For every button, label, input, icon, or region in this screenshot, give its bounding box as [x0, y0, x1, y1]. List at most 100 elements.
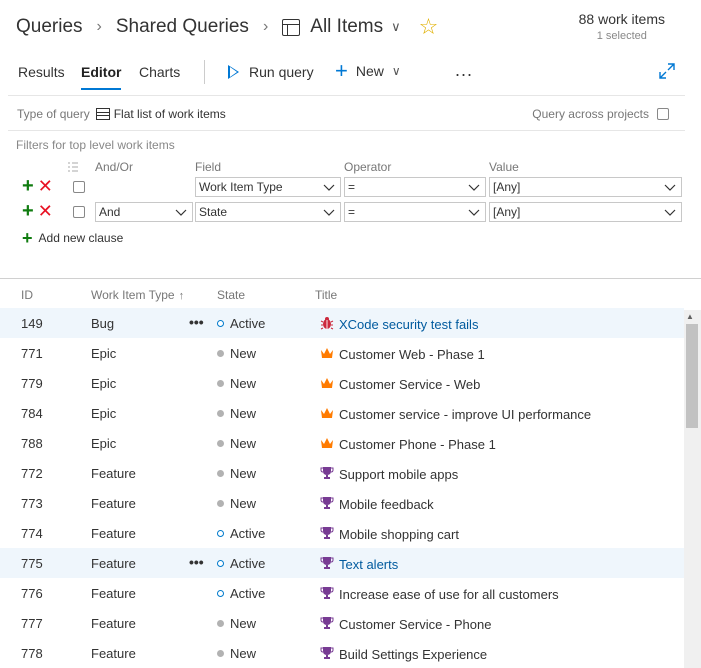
bug-icon [320, 316, 339, 333]
state-dot-icon [217, 530, 224, 537]
work-item-counts: 88 work items 1 selected [579, 11, 665, 42]
state-label: Active [230, 586, 266, 601]
breadcrumb-shared-queries[interactable]: Shared Queries [116, 16, 249, 38]
cell-title[interactable]: Text alerts [320, 556, 398, 573]
expand-icon[interactable] [658, 62, 676, 80]
header-operator: Operator [344, 160, 392, 174]
trophy-icon [320, 646, 339, 663]
results-divider [0, 278, 701, 279]
state-label: Active [230, 556, 266, 571]
query-type-select[interactable]: Flat list of work items [114, 107, 226, 121]
cell-id: 779 [21, 376, 43, 391]
title-link[interactable]: Customer Phone - Phase 1 [339, 437, 496, 452]
add-clause-icon[interactable]: + [22, 176, 34, 196]
run-query-button[interactable]: Run query [228, 64, 314, 80]
delete-clause-icon[interactable]: ✕ [38, 202, 53, 220]
group-clauses-icon[interactable] [67, 161, 79, 173]
table-row[interactable]: 779 Epic New Customer Service - Web [0, 368, 684, 398]
value-select[interactable]: [Any] [489, 202, 682, 222]
cell-title[interactable]: Customer service - improve UI performanc… [320, 406, 591, 423]
title-link[interactable]: Support mobile apps [339, 467, 458, 482]
query-toolbar: Results Editor Charts Run query + New ∨ … [0, 52, 701, 92]
title-link[interactable]: Customer Service - Phone [339, 617, 491, 632]
operator-value: = [348, 180, 356, 194]
tab-results[interactable]: Results [18, 64, 65, 80]
clause-checkbox[interactable] [73, 181, 85, 193]
title-link[interactable]: Increase ease of use for all customers [339, 587, 559, 602]
table-row[interactable]: 788 Epic New Customer Phone - Phase 1 [0, 428, 684, 458]
state-dot-icon [217, 440, 224, 447]
column-header-work-item-type[interactable]: Work Item Type ↑ [91, 288, 184, 302]
chevron-down-icon [664, 209, 676, 216]
cell-title[interactable]: Customer Web - Phase 1 [320, 346, 485, 363]
cell-title[interactable]: Support mobile apps [320, 466, 458, 483]
cell-id: 778 [21, 646, 43, 661]
scroll-up-icon[interactable]: ▲ [686, 312, 694, 321]
tab-charts[interactable]: Charts [139, 64, 180, 80]
table-row[interactable]: 784 Epic New Customer service - improve UI … [0, 398, 684, 428]
query-across-projects-checkbox[interactable] [657, 108, 669, 120]
breadcrumb-queries[interactable]: Queries [16, 16, 83, 38]
crown-icon [320, 376, 339, 393]
table-row[interactable]: 773 Feature New Mobile feedback [0, 488, 684, 518]
table-row[interactable]: 771 Epic New Customer Web - Phase 1 [0, 338, 684, 368]
column-header-state[interactable]: State [217, 288, 245, 302]
cell-state: Active [217, 316, 265, 331]
scrollbar-thumb[interactable] [686, 324, 698, 428]
table-row[interactable]: 776 Feature Active Increase ease of use for… [0, 578, 684, 608]
new-button[interactable]: + New ∨ [335, 60, 401, 82]
operator-select[interactable]: = [344, 202, 486, 222]
cell-title[interactable]: Customer Service - Web [320, 376, 480, 393]
operator-select[interactable]: = [344, 177, 486, 197]
add-clause-icon[interactable]: + [22, 201, 34, 221]
query-type-label: Type of query [17, 107, 90, 121]
add-new-clause-button[interactable]: + Add new clause [22, 229, 123, 247]
title-link[interactable]: Text alerts [339, 557, 398, 572]
row-more-actions-button[interactable]: ••• [189, 314, 204, 330]
state-dot-icon [217, 620, 224, 627]
breadcrumb-current-query[interactable]: All Items [310, 16, 383, 38]
title-link[interactable]: Customer Web - Phase 1 [339, 347, 485, 362]
tab-editor[interactable]: Editor [81, 64, 122, 90]
cell-title[interactable]: Increase ease of use for all customers [320, 586, 559, 603]
value-select[interactable]: [Any] [489, 177, 682, 197]
chevron-down-icon [664, 184, 676, 191]
cell-title[interactable]: Customer Phone - Phase 1 [320, 436, 496, 453]
cell-title[interactable]: Mobile shopping cart [320, 526, 459, 543]
delete-clause-icon[interactable]: ✕ [38, 177, 53, 195]
state-label: Active [230, 526, 266, 541]
title-link[interactable]: Mobile shopping cart [339, 527, 459, 542]
cell-title[interactable]: Mobile feedback [320, 496, 434, 513]
cell-title[interactable]: Customer Service - Phone [320, 616, 491, 633]
table-row[interactable]: 772 Feature New Support mobile apps [0, 458, 684, 488]
title-link[interactable]: Customer Service - Web [339, 377, 480, 392]
and-or-select[interactable]: And [95, 202, 193, 222]
field-select[interactable]: State [195, 202, 341, 222]
field-select[interactable]: Work Item Type [195, 177, 341, 197]
query-across-projects-label: Query across projects [532, 107, 649, 121]
title-link[interactable]: Mobile feedback [339, 497, 434, 512]
chevron-down-icon[interactable]: ∨ [391, 19, 401, 35]
cell-state: New [217, 646, 256, 661]
clause-checkbox[interactable] [73, 206, 85, 218]
state-dot-icon [217, 500, 224, 507]
cell-title[interactable]: Build Settings Experience [320, 646, 487, 663]
filters-label: Filters for top level work items [16, 138, 175, 152]
more-actions-button[interactable]: ... [455, 60, 473, 81]
title-link[interactable]: Build Settings Experience [339, 647, 487, 662]
title-link[interactable]: Customer service - improve UI performanc… [339, 407, 591, 422]
table-row[interactable]: 777 Feature New Customer Service - Phone [0, 608, 684, 638]
table-row[interactable]: 149 Bug ••• Active XCode security test fails [0, 308, 684, 338]
state-label: New [230, 406, 257, 421]
work-items-count: 88 work items [578, 11, 665, 27]
favorite-star-icon[interactable]: ☆ [419, 14, 439, 40]
title-link[interactable]: XCode security test fails [339, 317, 478, 332]
table-row[interactable]: 775 Feature ••• Active Text alerts [0, 548, 684, 578]
column-header-id[interactable]: ID [21, 288, 33, 302]
table-row[interactable]: 774 Feature Active Mobile shopping cart [0, 518, 684, 548]
table-row[interactable]: 778 Feature New Build Settings Experience [0, 638, 684, 668]
divider [8, 130, 685, 131]
cell-title[interactable]: XCode security test fails [320, 316, 478, 333]
column-header-title[interactable]: Title [315, 288, 337, 302]
row-more-actions-button[interactable]: ••• [189, 554, 204, 570]
